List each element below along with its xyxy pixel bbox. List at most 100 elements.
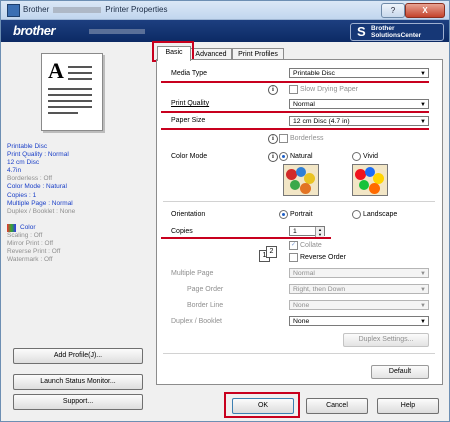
vivid-radio[interactable] xyxy=(352,152,361,161)
page-order-label: Page Order xyxy=(187,286,224,293)
chevron-down-icon: ▼ xyxy=(420,102,426,108)
borderless-label: Borderless xyxy=(290,135,324,142)
slow-drying-label: Slow Drying Paper xyxy=(300,86,358,93)
tab-basic[interactable]: Basic xyxy=(157,46,191,61)
close-button[interactable]: X xyxy=(405,3,445,18)
copies-input[interactable]: 1 ▲ ▼ xyxy=(289,226,325,237)
summary-line: Duplex / Booklet : None xyxy=(7,207,76,215)
printer-app-icon xyxy=(7,4,20,17)
summary-line: Print Quality : Normal xyxy=(7,151,69,159)
solutions-line-2: SolutionsCenter xyxy=(371,31,422,39)
color-summary-title: Color xyxy=(20,223,36,231)
color-summary-header: Color xyxy=(7,224,147,232)
media-type-underline xyxy=(161,81,429,83)
chevron-down-icon: ▼ xyxy=(420,319,426,325)
vivid-sample-image xyxy=(352,164,388,196)
launch-status-monitor-button[interactable]: Launch Status Monitor... xyxy=(13,374,143,390)
summary-line: Scaling : Off xyxy=(7,231,43,239)
info-icon[interactable]: i xyxy=(268,85,278,95)
blurred-model-name xyxy=(89,29,145,34)
chevron-down-icon: ▼ xyxy=(420,271,426,277)
print-quality-select[interactable]: Normal ▼ xyxy=(289,99,429,109)
multiple-page-select[interactable]: Normal ▼ xyxy=(289,268,429,278)
chevron-down-icon: ▼ xyxy=(420,303,426,309)
summary-line: Borderless : Off xyxy=(7,175,53,183)
summary-line: Watermark : Off xyxy=(7,256,53,264)
portrait-radio[interactable] xyxy=(279,210,288,219)
collate-label: Collate xyxy=(300,242,322,249)
multiple-page-value: Normal xyxy=(293,270,315,277)
solutions-center-button[interactable]: S Brother SolutionsCenter xyxy=(350,23,444,41)
landscape-radio[interactable] xyxy=(352,210,361,219)
support-button[interactable]: Support... xyxy=(13,394,143,410)
page-order-select[interactable]: Right, then Down ▼ xyxy=(289,284,429,294)
solutions-center-label: Brother SolutionsCenter xyxy=(371,25,422,39)
natural-sample-image xyxy=(283,164,319,196)
print-quality-underline xyxy=(161,111,429,113)
summary-line: Mirror Print : Off xyxy=(7,240,54,248)
left-pane: A Printable Disc Print Quality : Normal … xyxy=(1,43,151,421)
border-line-value: None xyxy=(293,302,310,309)
border-line-select[interactable]: None ▼ xyxy=(289,300,429,310)
divider xyxy=(163,201,435,202)
settings-summary: Printable Disc Print Quality : Normal 12… xyxy=(7,143,147,264)
help-title-button[interactable]: ? xyxy=(381,3,405,18)
duplex-booklet-select[interactable]: None ▼ xyxy=(289,316,429,326)
media-type-select[interactable]: Printable Disc ▼ xyxy=(289,68,429,78)
color-icon xyxy=(7,223,16,232)
media-type-label: Media Type xyxy=(171,70,208,77)
summary-line: Copies : 1 xyxy=(7,191,37,199)
copies-order-icon: 1 2 xyxy=(259,246,277,262)
reverse-order-label: Reverse Order xyxy=(300,254,346,261)
natural-radio[interactable] xyxy=(279,152,288,161)
summary-line: Reverse Print : Off xyxy=(7,248,61,256)
preview-letter-icon: A xyxy=(48,58,64,83)
printer-properties-window: Brother Printer Properties ? X brother S … xyxy=(0,0,450,422)
print-quality-label: Print Quality xyxy=(171,100,209,107)
reverse-order-checkbox[interactable] xyxy=(289,253,298,262)
add-profile-button[interactable]: Add Profile(J)... xyxy=(13,348,143,364)
title-prefix: Brother xyxy=(23,5,50,14)
portrait-label: Portrait xyxy=(290,211,313,218)
copies-label: Copies xyxy=(171,228,193,235)
title-bar[interactable]: Brother Printer Properties ? X xyxy=(1,1,449,20)
divider xyxy=(163,353,435,354)
paper-size-select[interactable]: 12 cm Disc (4.7 in) ▼ xyxy=(289,116,429,126)
print-quality-value: Normal xyxy=(293,101,315,108)
cancel-button[interactable]: Cancel xyxy=(306,398,368,414)
copies-stepper[interactable]: ▲ ▼ xyxy=(315,227,324,237)
solutions-center-icon: S xyxy=(357,24,366,39)
chevron-down-icon: ▼ xyxy=(420,119,426,125)
chevron-down-icon: ▼ xyxy=(420,71,426,77)
page-order-value: Right, then Down xyxy=(293,286,346,293)
title-suffix: Printer Properties xyxy=(105,5,168,14)
page-preview: A xyxy=(41,53,103,131)
landscape-label: Landscape xyxy=(363,211,398,218)
brand-banner: brother S Brother SolutionsCenter xyxy=(1,20,449,42)
natural-label: Natural xyxy=(290,153,313,160)
window-title: Brother Printer Properties xyxy=(23,5,167,14)
default-button[interactable]: Default xyxy=(371,365,429,379)
border-line-label: Border Line xyxy=(187,302,224,309)
help-button[interactable]: Help xyxy=(377,398,439,414)
borderless-checkbox[interactable] xyxy=(279,134,288,143)
copies-value: 1 xyxy=(293,228,297,235)
copies-icon-page-2: 2 xyxy=(266,246,277,258)
info-icon[interactable]: i xyxy=(268,152,278,162)
duplex-booklet-value: None xyxy=(293,318,310,325)
summary-line: Printable Disc xyxy=(7,143,48,150)
color-mode-label: Color Mode xyxy=(171,153,208,160)
multiple-page-label: Multiple Page xyxy=(171,270,214,277)
duplex-booklet-label: Duplex / Booklet xyxy=(171,318,222,325)
paper-size-label: Paper Size xyxy=(171,117,206,124)
orientation-label: Orientation xyxy=(171,211,206,218)
duplex-settings-button[interactable]: Duplex Settings... xyxy=(343,333,429,347)
collate-checkbox[interactable]: ✓ xyxy=(289,241,298,250)
info-icon[interactable]: i xyxy=(268,134,278,144)
basic-tab-panel: Media Type Printable Disc ▼ i Slow Drying… xyxy=(156,59,443,385)
summary-line: 12 cm Disc xyxy=(7,159,40,167)
paper-size-underline xyxy=(161,128,429,130)
slow-drying-checkbox[interactable] xyxy=(289,85,298,94)
copies-underline xyxy=(161,237,331,239)
summary-line: 4.7in xyxy=(7,167,22,175)
